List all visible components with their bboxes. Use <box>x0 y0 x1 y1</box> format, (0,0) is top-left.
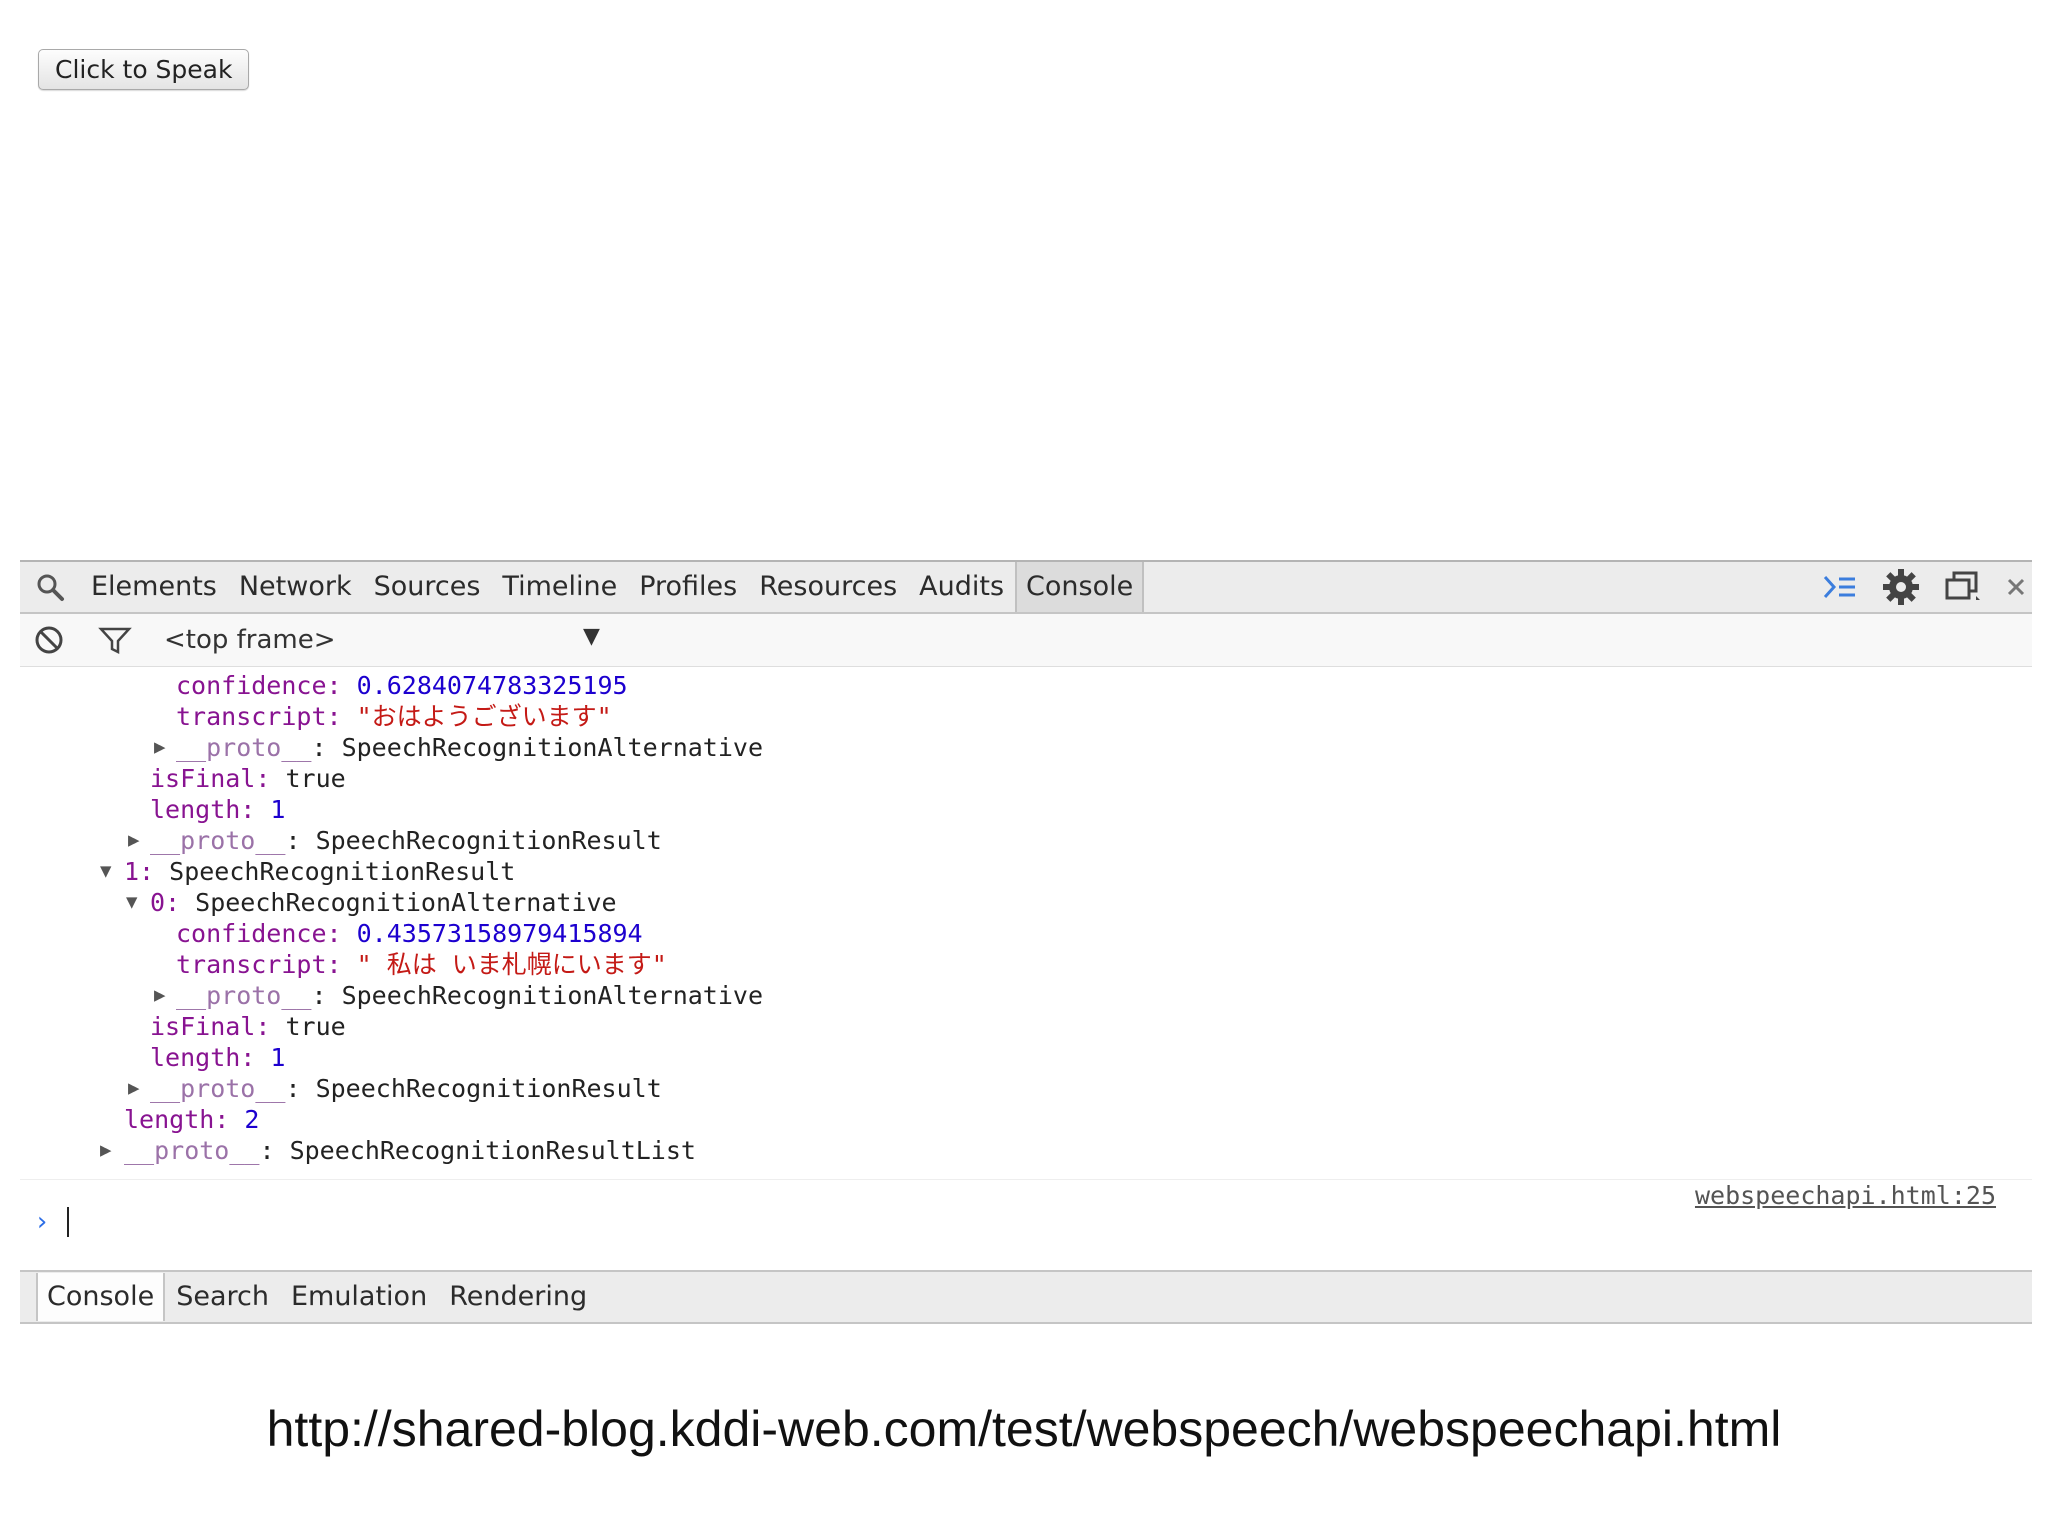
console-line: confidence: 0.43573158979415894 <box>176 919 643 948</box>
console-line[interactable]: __proto__: SpeechRecognitionResultList <box>124 1135 696 1166</box>
toolbar-controls <box>1822 562 2026 612</box>
caption-url: http://shared-blog.kddi-web.com/test/web… <box>266 1401 1782 1457</box>
console-line: length: 2 <box>124 1105 260 1134</box>
console-line: confidence: 0.6284074783325195 <box>176 671 628 700</box>
expand-arrow-icon[interactable]: ▶ <box>154 980 165 1011</box>
drawer-tabbar: Console Search Emulation Rendering <box>20 1270 2032 1324</box>
devtools-toolbar: Elements Network Sources Timeline Profil… <box>20 562 2032 614</box>
frame-selector[interactable]: <top frame> <box>164 625 336 655</box>
console-filter-bar: <top frame> ▼ <box>20 614 2032 667</box>
console-line[interactable]: __proto__: SpeechRecognitionAlternative <box>176 980 763 1011</box>
chevron-down-icon[interactable]: ▼ <box>583 624 600 649</box>
console-input[interactable] <box>67 1207 69 1237</box>
console-line[interactable]: 1: SpeechRecognitionResult <box>124 856 515 887</box>
console-line: transcript: "おはようございます" <box>176 702 612 731</box>
drawer-tab-rendering[interactable]: Rendering <box>438 1273 598 1321</box>
search-icon[interactable] <box>20 562 80 612</box>
devtools-panel: Elements Network Sources Timeline Profil… <box>20 560 2032 1324</box>
console-line: length: 1 <box>150 1043 286 1072</box>
expand-arrow-icon[interactable]: ▶ <box>100 1135 111 1166</box>
tab-network[interactable]: Network <box>228 562 363 612</box>
tab-audits[interactable]: Audits <box>908 562 1015 612</box>
console-output: confidence: 0.6284074783325195 transcrip… <box>20 667 2032 1252</box>
tab-profiles[interactable]: Profiles <box>628 562 748 612</box>
console-line[interactable]: 0: SpeechRecognitionAlternative <box>150 887 617 918</box>
tab-elements[interactable]: Elements <box>80 562 228 612</box>
console-line: isFinal: true <box>150 764 346 793</box>
tab-console[interactable]: Console <box>1015 562 1145 612</box>
console-line[interactable]: __proto__: SpeechRecognitionResult <box>150 825 662 856</box>
expand-arrow-icon[interactable]: ▶ <box>128 825 139 856</box>
drawer-tab-emulation[interactable]: Emulation <box>280 1273 438 1321</box>
click-to-speak-button[interactable]: Click to Speak <box>38 49 250 90</box>
expand-arrow-icon[interactable]: ▶ <box>128 1073 139 1104</box>
tab-sources[interactable]: Sources <box>363 562 492 612</box>
console-line[interactable]: __proto__: SpeechRecognitionResult <box>150 1073 662 1104</box>
console-line: isFinal: true <box>150 1012 346 1041</box>
clear-console-icon[interactable] <box>34 625 64 655</box>
expand-arrow-icon[interactable]: ▶ <box>154 732 165 763</box>
console-prompt-icon: › <box>34 1207 50 1237</box>
collapse-arrow-icon[interactable]: ▼ <box>100 856 111 887</box>
drawer-tab-console[interactable]: Console <box>36 1273 166 1321</box>
console-line: transcript: " 私は いま札幌にいます" <box>176 950 667 979</box>
console-line: length: 1 <box>150 795 286 824</box>
drawer-tab-search[interactable]: Search <box>165 1273 280 1321</box>
console-line[interactable]: __proto__: SpeechRecognitionAlternative <box>176 732 763 763</box>
drawer-toggle-icon[interactable] <box>1822 572 1858 602</box>
collapse-arrow-icon[interactable]: ▼ <box>126 887 137 918</box>
filter-icon[interactable] <box>98 625 132 655</box>
message-divider <box>20 1179 2032 1180</box>
close-icon[interactable] <box>2006 577 2026 597</box>
undock-icon[interactable] <box>1944 570 1982 604</box>
tab-resources[interactable]: Resources <box>748 562 908 612</box>
gear-icon[interactable] <box>1882 568 1920 606</box>
source-link[interactable]: webspeechapi.html:25 <box>1695 1181 1996 1210</box>
tab-timeline[interactable]: Timeline <box>491 562 628 612</box>
